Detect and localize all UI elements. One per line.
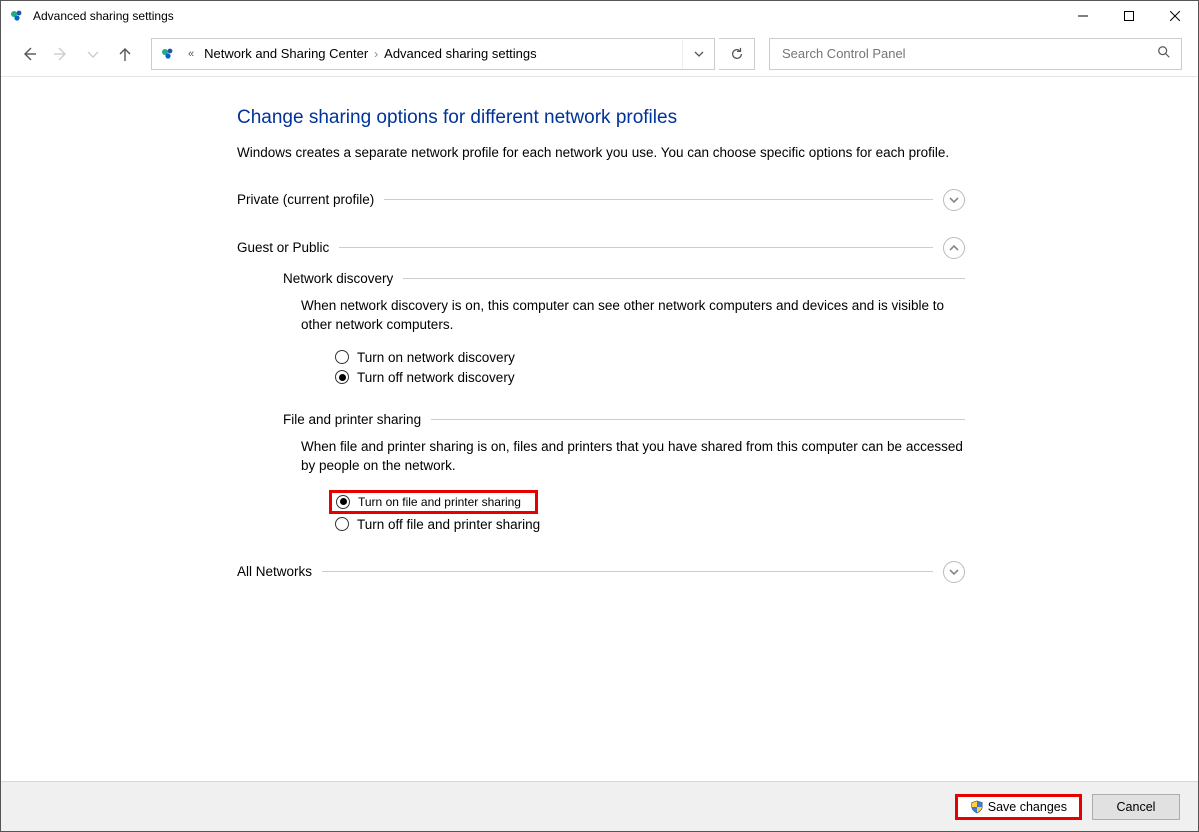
radio-fs-off-label: Turn off file and printer sharing bbox=[357, 517, 540, 532]
app-icon bbox=[9, 8, 25, 24]
network-discovery-heading: Network discovery bbox=[283, 271, 393, 286]
breadcrumb-dropdown[interactable] bbox=[682, 39, 714, 69]
radio-nd-on[interactable]: Turn on network discovery bbox=[333, 349, 965, 366]
file-sharing-description: When file and printer sharing is on, fil… bbox=[301, 437, 965, 476]
breadcrumb-overflow[interactable]: « bbox=[184, 48, 198, 60]
save-changes-button[interactable]: Save changes bbox=[955, 794, 1082, 820]
radio-nd-off-label: Turn off network discovery bbox=[357, 370, 515, 385]
window-title: Advanced sharing settings bbox=[33, 9, 174, 23]
radio-icon bbox=[335, 517, 349, 531]
section-all-label: All Networks bbox=[237, 564, 312, 579]
section-private[interactable]: Private (current profile) bbox=[237, 189, 965, 211]
recent-button[interactable] bbox=[79, 40, 107, 68]
close-button[interactable] bbox=[1152, 1, 1198, 31]
shield-icon bbox=[970, 800, 984, 814]
search-input[interactable] bbox=[780, 45, 1157, 62]
radio-selected-icon bbox=[335, 370, 349, 384]
section-all-networks[interactable]: All Networks bbox=[237, 561, 965, 583]
save-button-label: Save changes bbox=[988, 800, 1067, 814]
breadcrumb-item-parent[interactable]: Network and Sharing Center bbox=[198, 46, 374, 61]
section-guest-label: Guest or Public bbox=[237, 240, 329, 255]
section-private-label: Private (current profile) bbox=[237, 192, 374, 207]
footer: Save changes Cancel bbox=[1, 781, 1198, 831]
radio-selected-icon bbox=[336, 495, 350, 509]
cancel-button-label: Cancel bbox=[1117, 800, 1156, 814]
content-area: Change sharing options for different net… bbox=[1, 77, 1198, 781]
network-discovery-description: When network discovery is on, this compu… bbox=[301, 296, 965, 335]
up-button[interactable] bbox=[111, 40, 139, 68]
radio-icon bbox=[335, 350, 349, 364]
search-box[interactable] bbox=[769, 38, 1182, 70]
subsection-network-discovery: Network discovery bbox=[283, 271, 965, 286]
refresh-button[interactable] bbox=[719, 38, 755, 70]
breadcrumb-icon bbox=[152, 46, 184, 62]
back-button[interactable] bbox=[15, 40, 43, 68]
section-guest[interactable]: Guest or Public bbox=[237, 237, 965, 259]
page-description: Windows creates a separate network profi… bbox=[237, 143, 965, 163]
radio-nd-on-label: Turn on network discovery bbox=[357, 350, 515, 365]
cancel-button[interactable]: Cancel bbox=[1092, 794, 1180, 820]
radio-fs-on-label[interactable]: Turn on file and printer sharing bbox=[358, 495, 521, 509]
navbar: « Network and Sharing Center › Advanced … bbox=[1, 31, 1198, 77]
chevron-down-icon[interactable] bbox=[943, 189, 965, 211]
titlebar: Advanced sharing settings bbox=[1, 1, 1198, 31]
highlight-turn-on-sharing: Turn on file and printer sharing bbox=[329, 490, 538, 514]
forward-button[interactable] bbox=[47, 40, 75, 68]
chevron-up-icon[interactable] bbox=[943, 237, 965, 259]
breadcrumb[interactable]: « Network and Sharing Center › Advanced … bbox=[151, 38, 715, 70]
minimize-button[interactable] bbox=[1060, 1, 1106, 31]
subsection-file-sharing: File and printer sharing bbox=[283, 412, 965, 427]
maximize-button[interactable] bbox=[1106, 1, 1152, 31]
radio-fs-off[interactable]: Turn off file and printer sharing bbox=[333, 516, 965, 533]
chevron-down-icon[interactable] bbox=[943, 561, 965, 583]
radio-nd-off[interactable]: Turn off network discovery bbox=[333, 369, 965, 386]
search-icon bbox=[1157, 45, 1171, 62]
page-title: Change sharing options for different net… bbox=[237, 107, 965, 129]
breadcrumb-item-current[interactable]: Advanced sharing settings bbox=[378, 46, 542, 61]
file-sharing-heading: File and printer sharing bbox=[283, 412, 421, 427]
